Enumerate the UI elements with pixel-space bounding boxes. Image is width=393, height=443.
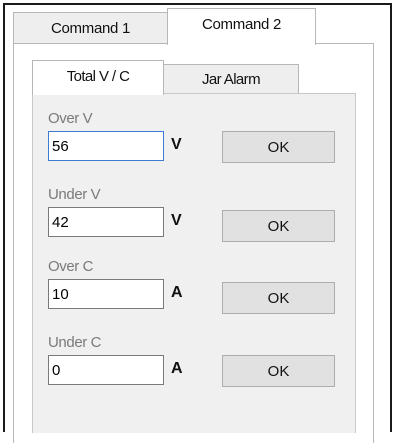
tab-jar-alarm[interactable]: Jar Alarm bbox=[163, 64, 299, 94]
over-v-unit: V bbox=[171, 136, 182, 153]
inner-tab-strip: Total V / C Jar Alarm bbox=[32, 60, 332, 95]
over-v-input[interactable] bbox=[48, 131, 164, 161]
under-c-input[interactable] bbox=[48, 355, 164, 385]
under-v-label: Under V bbox=[48, 186, 101, 203]
over-v-group: Over V V OK bbox=[33, 110, 355, 180]
under-c-label: Under C bbox=[48, 334, 102, 351]
under-v-input[interactable] bbox=[48, 207, 164, 237]
under-v-group: Under V V OK bbox=[33, 186, 355, 256]
over-v-ok-button[interactable]: OK bbox=[222, 131, 335, 163]
tab-command-2[interactable]: Command 2 bbox=[167, 8, 316, 45]
over-c-unit: A bbox=[171, 284, 183, 301]
under-v-ok-button[interactable]: OK bbox=[222, 210, 335, 242]
under-c-ok-button[interactable]: OK bbox=[222, 355, 335, 387]
over-v-label: Over V bbox=[48, 110, 93, 127]
command-2-panel: Total V / C Jar Alarm Over V V OK Under … bbox=[13, 43, 374, 443]
over-c-input[interactable] bbox=[48, 279, 164, 309]
tab-command-1[interactable]: Command 1 bbox=[13, 12, 168, 44]
over-c-ok-button[interactable]: OK bbox=[222, 282, 335, 314]
under-v-unit: V bbox=[171, 212, 182, 229]
tab-total-v-c[interactable]: Total V / C bbox=[32, 60, 164, 95]
outer-tab-strip: Command 1 Command 2 bbox=[13, 8, 373, 45]
total-v-c-panel: Over V V OK Under V V OK Over C A OK Und… bbox=[32, 93, 356, 433]
over-c-group: Over C A OK bbox=[33, 258, 355, 328]
under-c-group: Under C A OK bbox=[33, 334, 355, 404]
over-c-label: Over C bbox=[48, 258, 94, 275]
under-c-unit: A bbox=[171, 360, 183, 377]
